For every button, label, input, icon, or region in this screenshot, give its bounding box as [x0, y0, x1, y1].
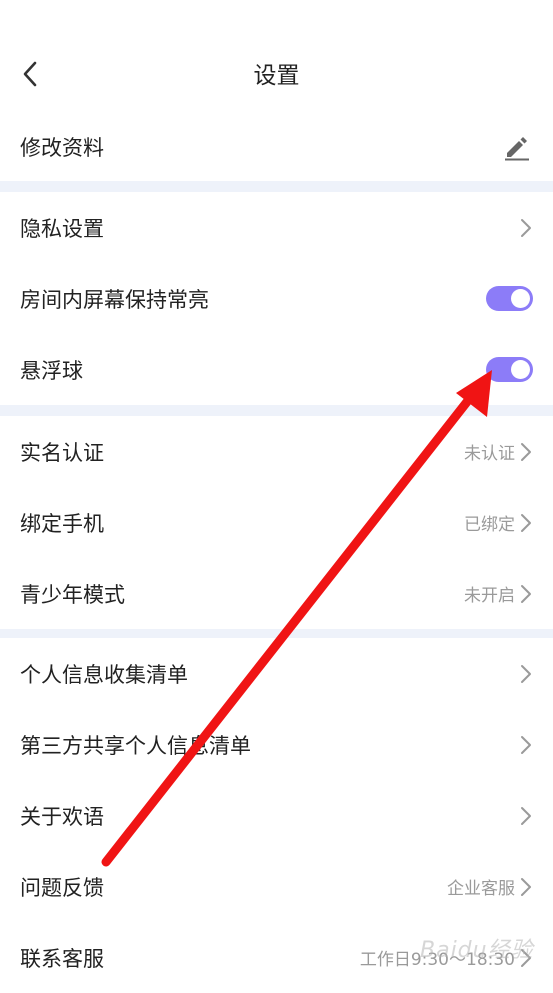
- toggle-knob: [511, 289, 530, 308]
- screen-keep-on-toggle[interactable]: [486, 286, 533, 311]
- contact-service-label: 联系客服: [20, 946, 104, 971]
- teen-mode-label: 青少年模式: [20, 582, 125, 607]
- account-section: 实名认证 未认证 绑定手机 已绑定 青少年模式 未开启: [0, 416, 553, 629]
- privacy-settings-row[interactable]: 隐私设置: [0, 192, 553, 263]
- pencil-icon[interactable]: [499, 130, 533, 164]
- floating-ball-label: 悬浮球: [20, 358, 83, 383]
- privacy-settings-label: 隐私设置: [20, 216, 104, 241]
- baidu-watermark: Baidu经验: [420, 938, 534, 963]
- chevron-right-icon: [519, 877, 533, 897]
- chevron-right-icon: [519, 806, 533, 826]
- floating-ball-toggle[interactable]: [486, 357, 533, 382]
- realname-auth-row[interactable]: 实名认证 未认证: [0, 416, 553, 487]
- general-settings-section: 隐私设置 房间内屏幕保持常亮 悬浮球: [0, 192, 553, 405]
- about-app-label: 关于欢语: [20, 804, 104, 829]
- bind-phone-label: 绑定手机: [20, 511, 104, 536]
- info-collection-label: 个人信息收集清单: [20, 662, 188, 687]
- teen-mode-status: 未开启: [464, 586, 515, 606]
- bind-phone-status: 已绑定: [464, 515, 515, 535]
- edit-profile-row[interactable]: 修改资料: [0, 111, 553, 182]
- chevron-right-icon: [519, 584, 533, 604]
- chevron-right-icon: [519, 735, 533, 755]
- third-party-share-label: 第三方共享个人信息清单: [20, 733, 251, 758]
- about-app-row[interactable]: 关于欢语: [0, 780, 553, 851]
- teen-mode-right: 未开启: [464, 581, 533, 606]
- realname-auth-status: 未认证: [464, 444, 515, 464]
- profile-section: 修改资料: [0, 111, 553, 182]
- floating-ball-row: 悬浮球: [0, 334, 553, 405]
- toggle-knob: [511, 360, 530, 379]
- feedback-value: 企业客服: [447, 879, 515, 899]
- realname-auth-label: 实名认证: [20, 440, 104, 465]
- edit-profile-label: 修改资料: [20, 135, 104, 160]
- info-collection-row[interactable]: 个人信息收集清单: [0, 638, 553, 709]
- teen-mode-row[interactable]: 青少年模式 未开启: [0, 558, 553, 629]
- header-bar: 设置: [0, 0, 553, 112]
- realname-auth-right: 未认证: [464, 439, 533, 464]
- page-title: 设置: [253, 63, 300, 89]
- chevron-right-icon: [519, 513, 533, 533]
- bind-phone-row[interactable]: 绑定手机 已绑定: [0, 487, 553, 558]
- bind-phone-right: 已绑定: [464, 510, 533, 535]
- section-separator: [0, 405, 553, 416]
- chevron-right-icon: [519, 442, 533, 462]
- screen-keep-on-row: 房间内屏幕保持常亮: [0, 263, 553, 334]
- feedback-right: 企业客服: [447, 874, 533, 899]
- third-party-share-row[interactable]: 第三方共享个人信息清单: [0, 709, 553, 780]
- chevron-right-icon: [519, 218, 533, 238]
- section-separator: [0, 181, 553, 192]
- feedback-label: 问题反馈: [20, 875, 104, 900]
- feedback-row[interactable]: 问题反馈 企业客服: [0, 851, 553, 922]
- screen-keep-on-label: 房间内屏幕保持常亮: [20, 287, 209, 312]
- chevron-right-icon: [519, 664, 533, 684]
